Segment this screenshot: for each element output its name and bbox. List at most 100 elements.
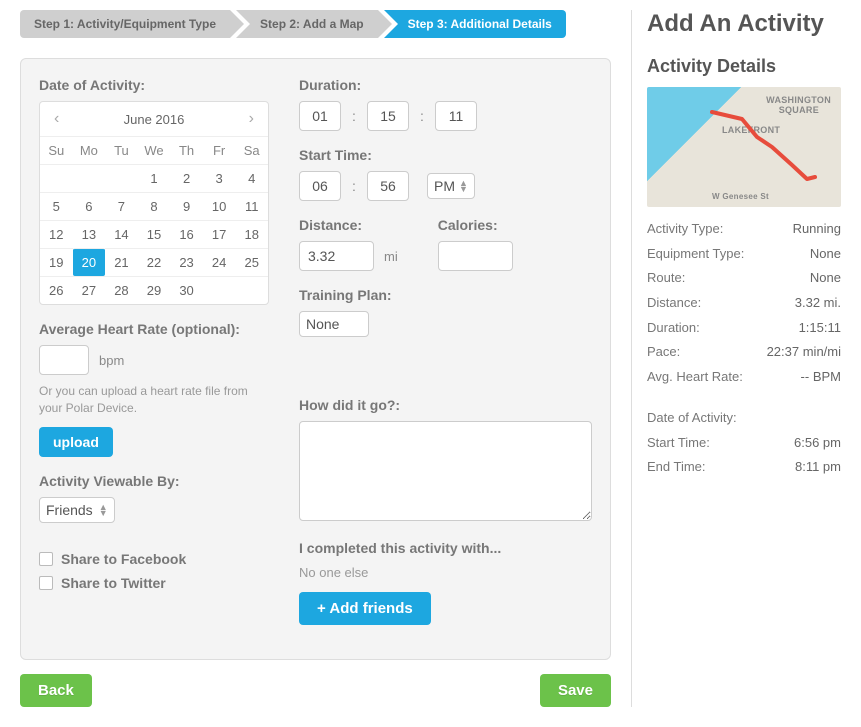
calendar-day[interactable]: 19: [40, 248, 73, 276]
detail-value: 22:37 min/mi: [767, 340, 841, 365]
calendar-day[interactable]: 3: [203, 164, 236, 192]
calendar-day[interactable]: 2: [170, 164, 203, 192]
calendar-day[interactable]: 14: [105, 220, 138, 248]
calendar-day[interactable]: 10: [203, 192, 236, 220]
calendar-day[interactable]: 6: [73, 192, 106, 220]
calendar-day: [40, 164, 73, 192]
calendar-day[interactable]: 1: [138, 164, 171, 192]
detail-key: Equipment Type:: [647, 242, 744, 267]
date-label: Date of Activity:: [39, 77, 269, 93]
calendar-dow: Sa: [235, 136, 268, 164]
calendar-day[interactable]: 28: [105, 276, 138, 304]
start-hour-input[interactable]: [299, 171, 341, 201]
sidebar: Add An Activity Activity Details LAKEFRO…: [631, 10, 841, 707]
start-ampm-select[interactable]: PM ▲▼: [427, 173, 475, 199]
detail-key: End Time:: [647, 455, 706, 480]
calendar-dow: Tu: [105, 136, 138, 164]
calendar-next-icon[interactable]: ›: [243, 108, 260, 130]
calendar-day[interactable]: 12: [40, 220, 73, 248]
calendar-day[interactable]: 21: [105, 248, 138, 276]
detail-row: Route: None: [647, 266, 841, 291]
detail-key: Pace:: [647, 340, 680, 365]
calendar-month-title: June 2016: [124, 112, 185, 127]
detail-value: 8:11 pm: [795, 455, 841, 480]
detail-row: Date of Activity:: [647, 406, 841, 431]
calendar-day[interactable]: 5: [40, 192, 73, 220]
calendar-day[interactable]: 24: [203, 248, 236, 276]
calendar-day[interactable]: 17: [203, 220, 236, 248]
wizard-steps: Step 1: Activity/Equipment Type Step 2: …: [20, 10, 611, 38]
detail-row: End Time: 8:11 pm: [647, 455, 841, 480]
select-arrows-icon: ▲▼: [99, 504, 108, 516]
add-friends-button[interactable]: + Add friends: [299, 592, 431, 625]
calendar-day[interactable]: 22: [138, 248, 171, 276]
calendar-day[interactable]: 23: [170, 248, 203, 276]
calendar-day[interactable]: 20: [73, 248, 106, 276]
detail-value: 6:56 pm: [794, 431, 841, 456]
share-facebook-checkbox[interactable]: Share to Facebook: [39, 551, 269, 567]
duration-hours-input[interactable]: [299, 101, 341, 131]
calendar-day[interactable]: 11: [235, 192, 268, 220]
heart-rate-upload-note: Or you can upload a heart rate file from…: [39, 383, 269, 417]
calendar-dow: Th: [170, 136, 203, 164]
notes-textarea[interactable]: [299, 421, 592, 521]
detail-key: Date of Activity:: [647, 406, 737, 431]
detail-key: Route:: [647, 266, 685, 291]
calendar-dow: Fr: [203, 136, 236, 164]
calendar-day[interactable]: 18: [235, 220, 268, 248]
calendar-day[interactable]: 29: [138, 276, 171, 304]
detail-row: Start Time:6:56 pm: [647, 431, 841, 456]
detail-row: Equipment Type: None: [647, 242, 841, 267]
calendar-day[interactable]: 13: [73, 220, 106, 248]
calendar-day[interactable]: 30: [170, 276, 203, 304]
heart-rate-unit: bpm: [93, 353, 124, 368]
calendar-day[interactable]: 8: [138, 192, 171, 220]
calendar-day[interactable]: 16: [170, 220, 203, 248]
duration-minutes-input[interactable]: [367, 101, 409, 131]
route-map[interactable]: LAKEFRONT WASHINGTON SQUARE W Genesee St: [647, 87, 841, 207]
activity-form: Date of Activity: ‹ June 2016 › SuMoTuWe…: [20, 58, 611, 660]
calendar-dow: Su: [40, 136, 73, 164]
training-plan-label: Training Plan:: [299, 287, 592, 303]
calendar-day[interactable]: 7: [105, 192, 138, 220]
detail-row: Pace: 22:37 min/mi: [647, 340, 841, 365]
visibility-label: Activity Viewable By:: [39, 473, 269, 489]
upload-button[interactable]: upload: [39, 427, 113, 457]
calendar-day: [73, 164, 106, 192]
calories-input[interactable]: [438, 241, 513, 271]
back-button[interactable]: Back: [20, 674, 92, 707]
calendar-day[interactable]: 15: [138, 220, 171, 248]
wizard-step-3[interactable]: Step 3: Additional Details: [384, 10, 566, 38]
notes-label: How did it go?:: [299, 397, 592, 413]
calendar-prev-icon[interactable]: ‹: [48, 108, 65, 130]
detail-key: Activity Type:: [647, 217, 723, 242]
distance-input[interactable]: [299, 241, 374, 271]
start-time-label: Start Time:: [299, 147, 592, 163]
heart-rate-label: Average Heart Rate (optional):: [39, 321, 269, 337]
wizard-step-1[interactable]: Step 1: Activity/Equipment Type: [20, 10, 230, 38]
detail-value: 3.32 mi.: [795, 291, 841, 316]
duration-seconds-input[interactable]: [435, 101, 477, 131]
wizard-step-2[interactable]: Step 2: Add a Map: [236, 10, 378, 38]
stepper-arrows-icon: ▲▼: [459, 180, 468, 192]
calendar-day[interactable]: 4: [235, 164, 268, 192]
start-minute-input[interactable]: [367, 171, 409, 201]
detail-value: None: [810, 242, 841, 267]
calendar: ‹ June 2016 › SuMoTuWeThFrSa 12345678910…: [39, 101, 269, 305]
calendar-day[interactable]: 9: [170, 192, 203, 220]
calendar-day[interactable]: 27: [73, 276, 106, 304]
detail-value: -- BPM: [801, 365, 841, 390]
calendar-day[interactable]: 25: [235, 248, 268, 276]
detail-row: Avg. Heart Rate:-- BPM: [647, 365, 841, 390]
training-plan-select[interactable]: None: [299, 311, 369, 337]
calendar-day[interactable]: 26: [40, 276, 73, 304]
share-twitter-checkbox[interactable]: Share to Twitter: [39, 575, 269, 591]
visibility-select[interactable]: Friends ▲▼: [39, 497, 115, 523]
heart-rate-input[interactable]: [39, 345, 89, 375]
detail-value: None: [810, 266, 841, 291]
detail-key: Distance:: [647, 291, 701, 316]
save-button[interactable]: Save: [540, 674, 611, 707]
calendar-dow: Mo: [73, 136, 106, 164]
distance-unit: mi: [378, 249, 398, 264]
detail-row: Duration:1:15:11: [647, 316, 841, 341]
